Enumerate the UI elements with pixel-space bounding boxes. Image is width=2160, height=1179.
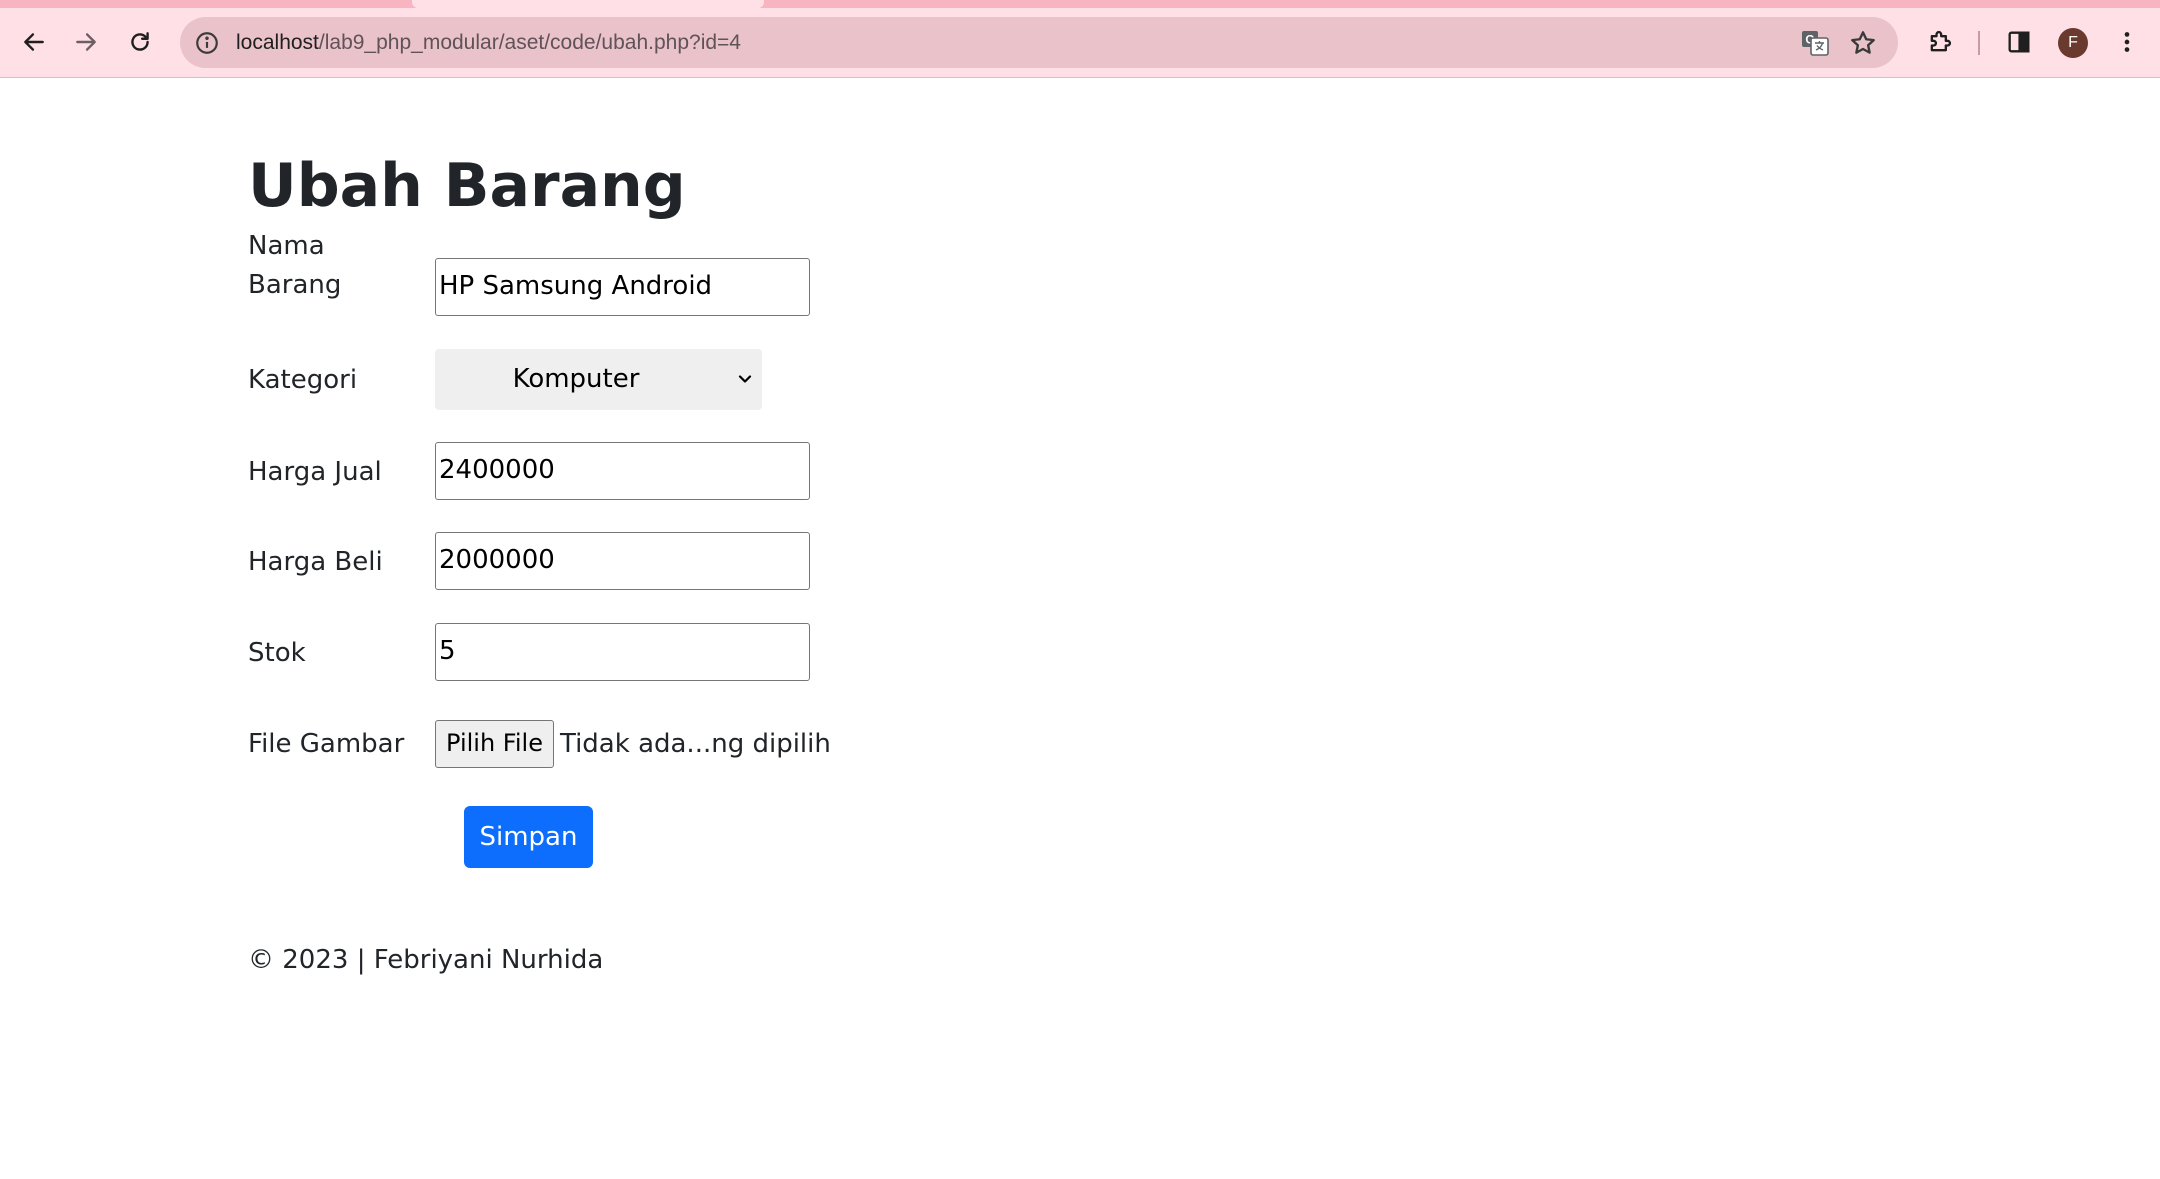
page-content: Ubah Barang Nama Barang HP Samsung Andro… (0, 79, 2160, 1179)
more-menu-icon[interactable] (2107, 22, 2147, 62)
back-arrow-icon[interactable] (14, 22, 54, 62)
simpan-button[interactable]: Simpan (464, 806, 593, 868)
file-gambar-label: File Gambar (248, 729, 405, 759)
bookmark-star-icon[interactable] (1848, 28, 1878, 58)
chevron-down-icon (738, 375, 752, 383)
footer-copyright: © 2023 | Febriyani Nurhida (248, 945, 604, 975)
site-info-icon[interactable] (192, 28, 222, 58)
file-status-text: Tidak ada...ng dipilih (560, 729, 831, 759)
harga-jual-label: Harga Jual (248, 457, 382, 487)
profile-avatar[interactable]: F (2058, 28, 2088, 58)
tab-strip (0, 0, 2160, 8)
url-host: localhost (236, 31, 319, 54)
url-path: /lab9_php_modular/aset/code/ubah.php?id=… (318, 31, 741, 54)
extensions-icon[interactable] (1920, 22, 1960, 62)
url-text[interactable]: localhost/lab9_php_modular/aset/code/uba… (236, 29, 741, 57)
kategori-label: Kategori (248, 365, 358, 395)
forward-arrow-icon[interactable] (66, 22, 106, 62)
choose-file-button[interactable]: Pilih File (435, 720, 554, 768)
browser-toolbar: localhost/lab9_php_modular/aset/code/uba… (0, 0, 2160, 78)
nama-barang-input[interactable]: HP Samsung Android (435, 258, 810, 316)
kategori-select[interactable]: Komputer (435, 349, 762, 410)
kategori-selected-value: Komputer (512, 364, 640, 394)
harga-beli-label: Harga Beli (248, 547, 383, 577)
harga-jual-input[interactable]: 2400000 (435, 442, 810, 500)
stok-label: Stok (248, 638, 306, 668)
toolbar-divider (1978, 31, 1980, 55)
active-tab[interactable] (412, 0, 764, 8)
stok-input[interactable]: 5 (435, 623, 810, 681)
harga-beli-input[interactable]: 2000000 (435, 532, 810, 590)
page-title: Ubah Barang (248, 151, 686, 221)
translate-icon[interactable]: G (1800, 28, 1830, 58)
nama-barang-label: Nama Barang (248, 231, 342, 300)
address-bar[interactable]: localhost/lab9_php_modular/aset/code/uba… (180, 17, 1898, 68)
side-panel-icon[interactable] (1999, 22, 2039, 62)
reload-icon[interactable] (120, 22, 160, 62)
